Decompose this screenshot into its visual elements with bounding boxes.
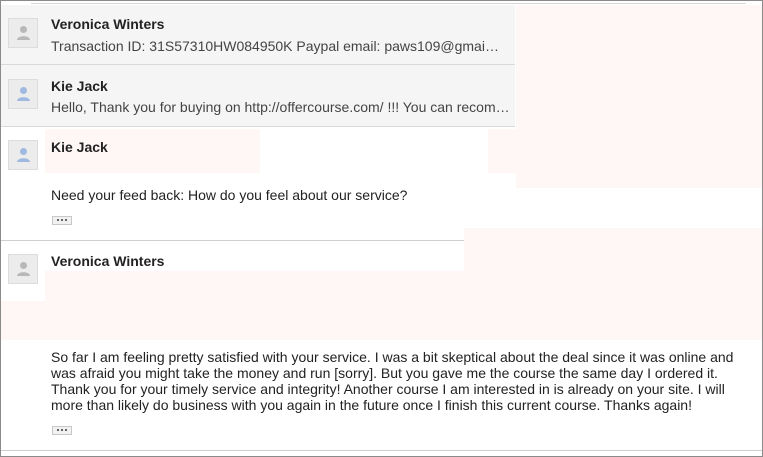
- message-snippet: Transaction ID: 31S57310HW084950K Paypal…: [51, 38, 501, 54]
- avatar: [8, 140, 38, 170]
- person-icon: [17, 26, 30, 40]
- person-icon: [17, 262, 30, 276]
- tint-block: [516, 5, 762, 188]
- person-icon: [17, 87, 30, 101]
- message-divider: [1, 240, 464, 241]
- show-trimmed-content-button[interactable]: [52, 426, 72, 435]
- ellipsis-icon: [57, 219, 59, 221]
- sender-name[interactable]: Kie Jack: [51, 139, 108, 155]
- show-trimmed-content-button[interactable]: [52, 216, 72, 225]
- top-divider: [31, 3, 746, 4]
- avatar: [8, 18, 38, 48]
- bottom-divider: [1, 450, 762, 451]
- tint-block: [1, 301, 762, 340]
- sender-name: Veronica Winters: [51, 16, 165, 32]
- message-snippet: Hello, Thank you for buying on http://of…: [51, 99, 513, 115]
- email-thread: Veronica Winters Transaction ID: 31S5731…: [0, 0, 763, 457]
- avatar: [8, 254, 38, 284]
- tint-block: [488, 129, 516, 173]
- sender-name: Kie Jack: [51, 78, 108, 94]
- collapsed-message-row[interactable]: Kie Jack Hello, Thank you for buying on …: [1, 65, 515, 127]
- sender-name[interactable]: Veronica Winters: [51, 253, 164, 269]
- person-icon: [17, 148, 30, 162]
- collapsed-message-row[interactable]: Veronica Winters Transaction ID: 31S5731…: [1, 5, 515, 65]
- message-body: Need your feed back: How do you feel abo…: [51, 187, 408, 203]
- ellipsis-icon: [57, 429, 59, 431]
- tint-block: [45, 271, 465, 301]
- message-body: So far I am feeling pretty satisfied wit…: [51, 349, 734, 413]
- avatar: [8, 79, 38, 109]
